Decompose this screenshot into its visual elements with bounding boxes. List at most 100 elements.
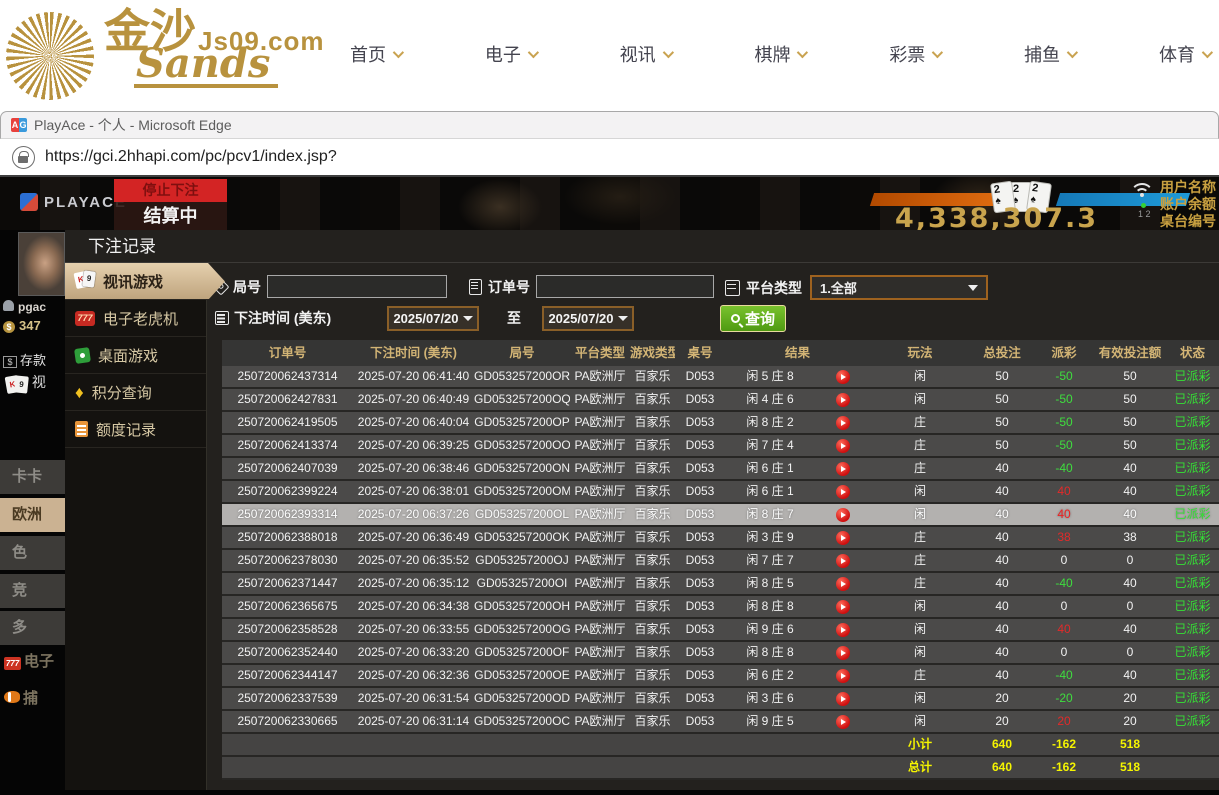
rail-item-电子[interactable]: 777 电子 bbox=[4, 650, 54, 671]
cell-table: D053 bbox=[685, 484, 715, 498]
table-row[interactable]: 250720062388018 2025-07-20 06:36:49 GD05… bbox=[222, 527, 1219, 550]
replay-icon[interactable] bbox=[835, 485, 850, 499]
replay-icon[interactable] bbox=[835, 623, 850, 637]
replay-icon[interactable] bbox=[835, 393, 850, 407]
cell-round: GD053257200OL bbox=[474, 507, 570, 521]
cell-game: 百家乐 bbox=[634, 507, 671, 521]
nav-sports[interactable]: 体育 bbox=[1159, 41, 1214, 67]
round-input[interactable] bbox=[267, 275, 447, 298]
cell-valid: 0 bbox=[1126, 599, 1134, 613]
deposit-button[interactable]: $ 存款 bbox=[3, 350, 46, 369]
replay-icon[interactable] bbox=[835, 554, 850, 568]
cell-order: 250720062393314 bbox=[237, 507, 338, 521]
cell-valid: 40 bbox=[1123, 507, 1137, 521]
cell-game: 百家乐 bbox=[634, 622, 671, 636]
nav-electronic[interactable]: 电子 bbox=[485, 41, 539, 67]
chevron-down-icon bbox=[1066, 46, 1079, 59]
cell-result: 闲 8 庄 8 bbox=[746, 645, 794, 659]
cell-result: 闲 8 庄 8 bbox=[746, 599, 794, 613]
date-to-picker[interactable]: 2025/07/20 bbox=[542, 306, 634, 331]
sunburst-logo-icon bbox=[6, 12, 94, 100]
cell-platform: PA欧洲厅 bbox=[574, 392, 626, 406]
table-row[interactable]: 250720062437314 2025-07-20 06:41:40 GD05… bbox=[222, 366, 1219, 389]
rail-item-竞[interactable]: 竞 bbox=[0, 574, 65, 608]
cell-result: 闲 6 庄 1 bbox=[746, 461, 794, 475]
replay-icon[interactable] bbox=[835, 462, 850, 476]
cell-round: GD053257200OR bbox=[474, 369, 570, 383]
replay-icon[interactable] bbox=[835, 577, 850, 591]
nav-fishing[interactable]: 捕鱼 bbox=[1024, 41, 1079, 67]
table-row[interactable]: 250720062371447 2025-07-20 06:35:12 GD05… bbox=[222, 573, 1219, 596]
table-row[interactable]: 250720062419505 2025-07-20 06:40:04 GD05… bbox=[222, 412, 1219, 435]
table-row[interactable]: 250720062378030 2025-07-20 06:35:52 GD05… bbox=[222, 550, 1219, 573]
cell-round: GD053257200OH bbox=[474, 599, 570, 613]
table-row[interactable]: 250720062427831 2025-07-20 06:40:49 GD05… bbox=[222, 389, 1219, 412]
cell-bet: 50 bbox=[995, 438, 1009, 452]
order-input[interactable] bbox=[536, 275, 714, 298]
sidebar-item-video-games[interactable]: 视讯游戏 bbox=[65, 263, 225, 300]
bet-table-header: 订单号 下注时间 (美东) 局号 平台类型 游戏类型 桌号 结果 玩法 总投注 … bbox=[222, 340, 1219, 366]
cell-platform: PA欧洲厅 bbox=[574, 622, 626, 636]
table-row[interactable]: 250720062399224 2025-07-20 06:38:01 GD05… bbox=[222, 481, 1219, 504]
sidebar-item-slots[interactable]: 777 电子老虎机 bbox=[65, 300, 206, 337]
nav-video[interactable]: 视讯 bbox=[620, 41, 674, 67]
sidebar-item-points-query[interactable]: ♦ 积分查询 bbox=[65, 374, 206, 411]
sands-logo[interactable]: 金沙 Js09.com Sands bbox=[6, 8, 325, 100]
replay-icon[interactable] bbox=[835, 439, 850, 453]
table-row[interactable]: 250720062358528 2025-07-20 06:33:55 GD05… bbox=[222, 619, 1219, 642]
table-row[interactable]: 250720062365675 2025-07-20 06:34:38 GD05… bbox=[222, 596, 1219, 619]
replay-icon[interactable] bbox=[835, 600, 850, 614]
rail-item-多[interactable]: 多 bbox=[0, 611, 65, 645]
table-row[interactable]: 250720062352440 2025-07-20 06:33:20 GD05… bbox=[222, 642, 1219, 665]
site-header: 金沙 Js09.com Sands 首页 电子 视讯 棋牌 彩票 捕鱼 体育 bbox=[0, 0, 1219, 111]
wifi-icon bbox=[1130, 183, 1156, 203]
replay-icon[interactable] bbox=[835, 531, 850, 545]
replay-icon[interactable] bbox=[835, 416, 850, 430]
sidebar-item-quota-record[interactable]: 额度记录 bbox=[65, 411, 206, 448]
date-from-picker[interactable]: 2025/07/20 bbox=[387, 306, 479, 331]
table-row[interactable]: 250720062393314 2025-07-20 06:37:26 GD05… bbox=[222, 504, 1219, 527]
sidebar-item-table-games[interactable]: 桌面游戏 bbox=[65, 337, 206, 374]
table-row[interactable]: 250720062344147 2025-07-20 06:32:36 GD05… bbox=[222, 665, 1219, 688]
cell-order: 250720062399224 bbox=[237, 484, 338, 498]
replay-icon[interactable] bbox=[835, 715, 850, 729]
cell-valid: 50 bbox=[1123, 392, 1137, 406]
search-button[interactable]: 查询 bbox=[720, 305, 787, 332]
cell-payout: -50 bbox=[1055, 392, 1073, 406]
cell-status: 已派彩 bbox=[1174, 599, 1211, 613]
cell-platform: PA欧洲厅 bbox=[574, 507, 626, 521]
logo-script-text: Sands bbox=[134, 44, 279, 88]
rail-item-欧洲[interactable]: 欧洲 bbox=[0, 498, 65, 532]
nav-board[interactable]: 棋牌 bbox=[754, 41, 809, 67]
url-bar[interactable]: https://gci.2hhapi.com/pc/pcv1/index.jsp… bbox=[0, 139, 1219, 177]
rail-item-捕[interactable]: 捕 bbox=[4, 687, 38, 708]
cell-valid: 20 bbox=[1123, 691, 1137, 705]
url-text[interactable]: https://gci.2hhapi.com/pc/pcv1/index.jsp… bbox=[45, 148, 337, 166]
cell-game: 百家乐 bbox=[634, 438, 671, 452]
video-games-shortcut[interactable]: K9 视 bbox=[4, 372, 46, 394]
lock-icon[interactable] bbox=[12, 145, 35, 169]
table-row[interactable]: 250720062407039 2025-07-20 06:38:46 GD05… bbox=[222, 458, 1219, 481]
cell-table: D053 bbox=[685, 369, 715, 383]
cell-time: 2025-07-20 06:35:52 bbox=[357, 553, 470, 567]
rail-item-色[interactable]: 色 bbox=[0, 536, 65, 570]
cell-valid: 20 bbox=[1123, 714, 1137, 728]
replay-icon[interactable] bbox=[835, 646, 850, 660]
table-row[interactable]: 250720062337539 2025-07-20 06:31:54 GD05… bbox=[222, 688, 1219, 711]
table-row[interactable]: 250720062330665 2025-07-20 06:31:14 GD05… bbox=[222, 711, 1219, 734]
playace-brand: PLAYACE bbox=[20, 193, 127, 211]
rail-item-卡卡[interactable]: 卡卡 bbox=[0, 460, 65, 494]
cell-order: 250720062427831 bbox=[237, 392, 338, 406]
cell-game: 百家乐 bbox=[634, 392, 671, 406]
cell-game: 百家乐 bbox=[634, 668, 671, 682]
platform-select[interactable]: 1.全部 bbox=[810, 275, 988, 300]
replay-icon[interactable] bbox=[835, 370, 850, 384]
replay-icon[interactable] bbox=[835, 508, 850, 522]
cell-status: 已派彩 bbox=[1174, 645, 1211, 659]
table-row[interactable]: 250720062413374 2025-07-20 06:39:25 GD05… bbox=[222, 435, 1219, 458]
cell-play: 庄 bbox=[913, 461, 926, 475]
nav-home[interactable]: 首页 bbox=[350, 41, 405, 67]
replay-icon[interactable] bbox=[835, 692, 850, 706]
replay-icon[interactable] bbox=[835, 669, 850, 683]
nav-lottery[interactable]: 彩票 bbox=[889, 41, 944, 67]
